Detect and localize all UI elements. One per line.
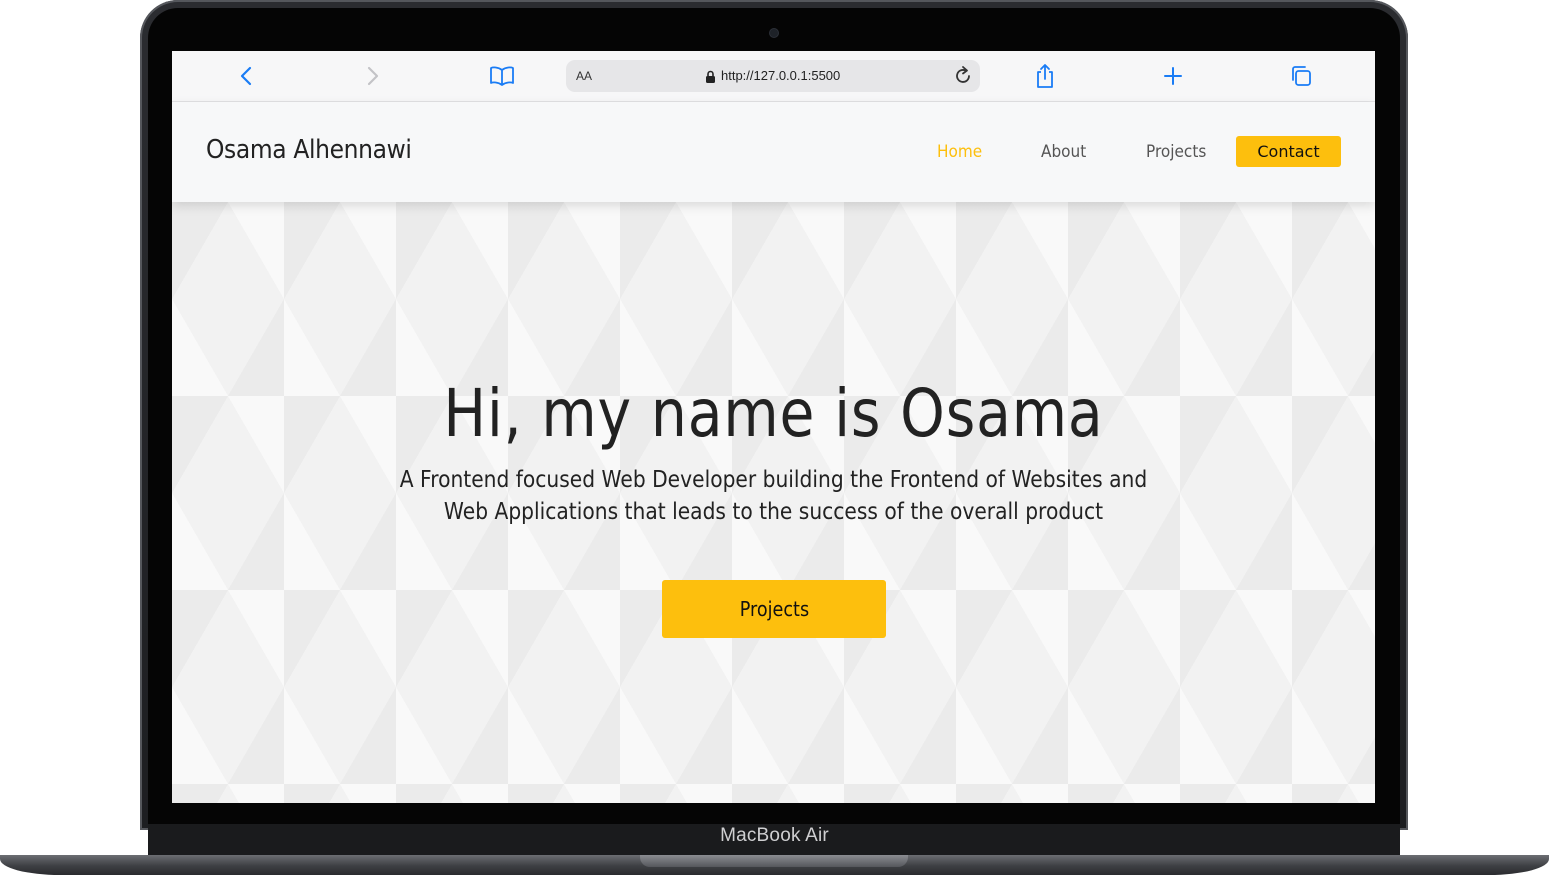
new-tab-icon[interactable] xyxy=(1160,63,1186,89)
text-size-button[interactable]: AA xyxy=(576,69,592,83)
hero-subtitle: A Frontend focused Web Developer buildin… xyxy=(399,467,1148,525)
brand-logo[interactable]: Osama Alhennawi xyxy=(206,135,412,165)
bookmarks-icon[interactable] xyxy=(489,63,515,89)
laptop-notch xyxy=(640,855,908,867)
projects-cta-label: Projects xyxy=(739,597,809,621)
tabs-icon[interactable] xyxy=(1288,63,1314,89)
url-text: http://127.0.0.1:5500 xyxy=(721,68,841,83)
lock-icon xyxy=(705,70,716,88)
screen: AA http://127.0.0.1:5500 Osama Alhennawi… xyxy=(172,51,1375,803)
hero-section: Hi, my name is Osama A Frontend focused … xyxy=(172,202,1375,803)
browser-toolbar: AA http://127.0.0.1:5500 xyxy=(172,51,1375,102)
nav-projects-link[interactable]: Projects xyxy=(1146,142,1206,162)
nav-contact-button[interactable]: Contact xyxy=(1236,136,1341,167)
site-header: Osama Alhennawi Home About Projects Cont… xyxy=(172,102,1375,202)
device-label: MacBook Air xyxy=(720,825,829,846)
share-icon[interactable] xyxy=(1032,63,1058,89)
nav-home-link[interactable]: Home xyxy=(937,142,982,162)
camera-icon xyxy=(770,29,778,37)
back-icon[interactable] xyxy=(233,63,259,89)
address-bar[interactable]: AA http://127.0.0.1:5500 xyxy=(566,60,980,92)
reload-icon[interactable] xyxy=(952,65,974,92)
nav-about-link[interactable]: About xyxy=(1041,142,1086,162)
hero-title: Hi, my name is Osama xyxy=(443,375,1104,452)
forward-icon[interactable] xyxy=(360,63,386,89)
projects-cta-button[interactable]: Projects xyxy=(662,580,886,638)
